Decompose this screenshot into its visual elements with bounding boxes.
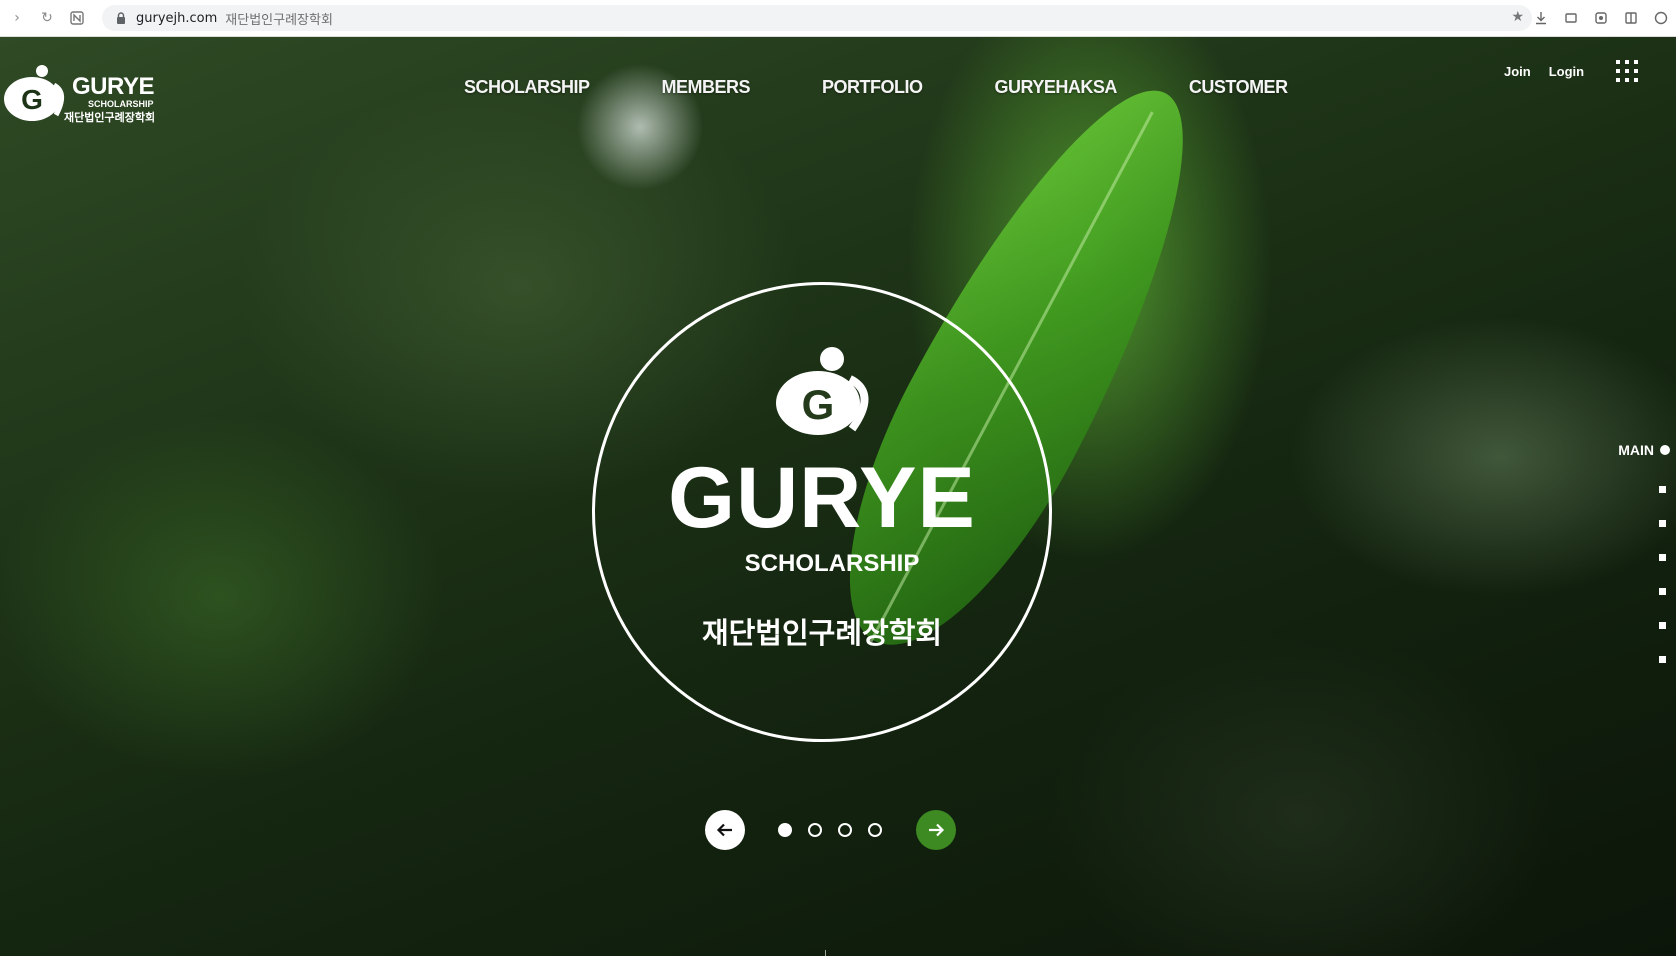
nav-guryehaksa[interactable]: GURYEHAKSA — [995, 77, 1118, 98]
nav-members[interactable]: MEMBERS — [662, 77, 751, 98]
browser-toolbar: › ↻ guryejh.com 재단법인구례장학회 ★ — [0, 0, 1676, 37]
nav-scholarship[interactable]: SCHOLARSHIP — [464, 77, 590, 98]
reload-icon[interactable]: ↻ — [34, 5, 60, 31]
window-icon[interactable] — [1556, 3, 1586, 33]
grid-menu-icon[interactable] — [1616, 60, 1639, 82]
lock-icon — [117, 12, 125, 24]
join-link[interactable]: Join — [1504, 64, 1531, 79]
arrow-left-icon — [716, 823, 732, 837]
profile-icon[interactable] — [1646, 3, 1676, 33]
nav-portfolio[interactable]: PORTFOLIO — [822, 77, 923, 98]
sidebar-icon[interactable] — [1616, 3, 1646, 33]
section-nav-item[interactable] — [1659, 486, 1666, 493]
nav-customer[interactable]: CUSTOMER — [1189, 77, 1288, 98]
slider-next-button[interactable] — [916, 810, 956, 850]
main-nav: SCHOLARSHIP MEMBERS PORTFOLIO GURYEHAKSA… — [464, 77, 1360, 98]
g-emblem-icon: G — [776, 347, 869, 435]
bookmark-star-icon[interactable]: ★ — [1511, 9, 1524, 25]
hero-section: G GURYE SCHOLARSHIP 재단법인구례장학회 SCHOLARSHI… — [0, 37, 1676, 956]
hero-sub: SCHOLARSHIP — [744, 550, 920, 577]
logo-korean: 재단법인구례장학회 — [64, 111, 156, 124]
site-logo[interactable]: G GURYE SCHOLARSHIP 재단법인구례장학회 — [2, 63, 177, 127]
svg-text:G: G — [21, 84, 43, 115]
address-domain: guryejh.com — [136, 10, 218, 26]
section-nav-item[interactable] — [1659, 520, 1666, 527]
section-nav-item[interactable] — [1659, 656, 1666, 663]
slider-dot[interactable] — [868, 823, 882, 837]
slider-prev-button[interactable] — [705, 810, 745, 850]
capture-icon[interactable] — [1586, 3, 1616, 33]
login-link[interactable]: Login — [1549, 64, 1584, 79]
slider-dot[interactable] — [838, 823, 852, 837]
utility-links: Join Login — [1504, 60, 1639, 82]
slider-dot[interactable] — [778, 823, 792, 837]
hero-emblem: G GURYE SCHOLARSHIP 재단법인구례장학회 — [592, 282, 1052, 742]
section-nav-active-dot — [1660, 445, 1670, 455]
section-nav-main-label: MAIN — [1618, 442, 1654, 458]
section-nav: MAIN — [1600, 441, 1676, 663]
hero-brand: GURYE — [668, 450, 976, 546]
section-nav-item[interactable] — [1659, 588, 1666, 595]
scroll-indicator — [825, 950, 826, 956]
svg-text:G: G — [802, 381, 835, 428]
arrow-right-icon — [929, 823, 945, 837]
address-page-title: 재단법인구례장학회 — [225, 12, 333, 28]
download-icon[interactable] — [1526, 3, 1556, 33]
hero-korean: 재단법인구례장학회 — [701, 616, 943, 650]
logo-sub: SCHOLARSHIP — [88, 99, 154, 109]
naver-icon[interactable] — [64, 5, 90, 31]
g-logo-icon: G — [4, 65, 64, 121]
section-nav-main[interactable]: MAIN — [1600, 441, 1676, 459]
forward-icon[interactable]: › — [4, 5, 30, 31]
section-nav-item[interactable] — [1659, 554, 1666, 561]
slider-dot[interactable] — [808, 823, 822, 837]
address-bar[interactable]: guryejh.com 재단법인구례장학회 ★ — [102, 5, 1532, 31]
slider-dots — [778, 823, 882, 837]
logo-word: GURYE — [72, 73, 154, 100]
section-nav-item[interactable] — [1659, 622, 1666, 629]
